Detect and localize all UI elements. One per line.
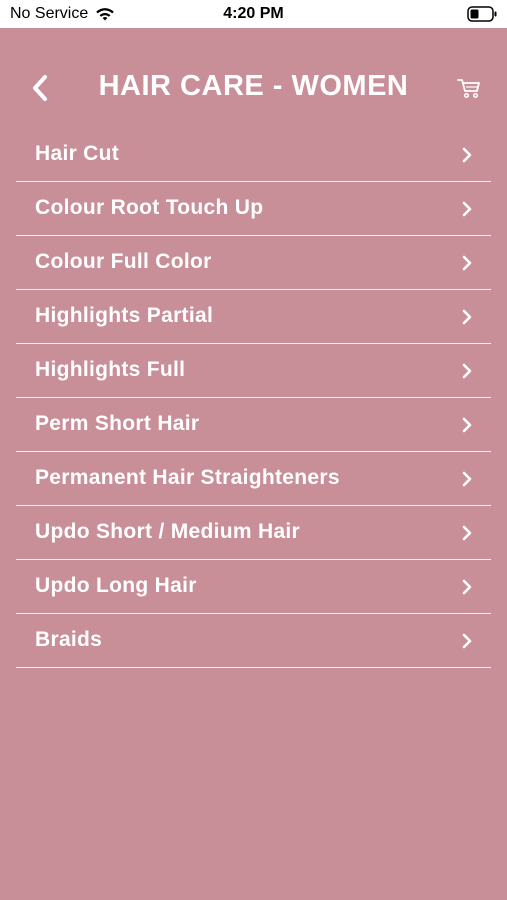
service-label: Permanent Hair Straighteners (35, 466, 340, 489)
service-item-highlights-full[interactable]: Highlights Full (16, 344, 491, 398)
service-label: Perm Short Hair (35, 412, 200, 435)
service-list: Hair Cut Colour Root Touch Up Colour Ful… (16, 128, 491, 668)
chevron-right-icon (462, 417, 472, 433)
chevron-right-icon (462, 579, 472, 595)
chevron-right-icon (462, 147, 472, 163)
chevron-right-icon (462, 525, 472, 541)
service-item-permanent-hair-straighteners[interactable]: Permanent Hair Straighteners (16, 452, 491, 506)
screen: HAIR CARE - WOMEN Hair Cut Colour Root T… (0, 28, 507, 900)
chevron-right-icon (462, 201, 472, 217)
service-item-braids[interactable]: Braids (16, 614, 491, 668)
service-label: Hair Cut (35, 142, 120, 165)
chevron-right-icon (462, 471, 472, 487)
status-bar: No Service 4:20 PM (0, 0, 507, 28)
battery-icon (467, 6, 497, 22)
page-title: HAIR CARE - WOMEN (98, 70, 409, 102)
service-item-colour-root-touch-up[interactable]: Colour Root Touch Up (16, 182, 491, 236)
service-label: Braids (35, 628, 103, 651)
service-label: Updo Long Hair (35, 574, 197, 597)
service-item-hair-cut[interactable]: Hair Cut (16, 128, 491, 182)
service-label: Colour Full Color (35, 250, 212, 273)
service-label: Highlights Full (35, 358, 186, 381)
service-label: Updo Short / Medium Hair (35, 520, 301, 543)
service-label: Colour Root Touch Up (35, 196, 264, 219)
chevron-right-icon (462, 363, 472, 379)
status-time: 4:20 PM (223, 5, 284, 22)
service-item-updo-long-hair[interactable]: Updo Long Hair (16, 560, 491, 614)
nav-header: HAIR CARE - WOMEN (0, 28, 507, 144)
chevron-right-icon (462, 309, 472, 325)
service-item-perm-short-hair[interactable]: Perm Short Hair (16, 398, 491, 452)
cart-icon[interactable] (456, 76, 482, 100)
service-item-highlights-partial[interactable]: Highlights Partial (16, 290, 491, 344)
chevron-right-icon (462, 255, 472, 271)
chevron-right-icon (462, 633, 472, 649)
service-item-colour-full-color[interactable]: Colour Full Color (16, 236, 491, 290)
service-label: Highlights Partial (35, 304, 214, 327)
service-item-updo-short-medium-hair[interactable]: Updo Short / Medium Hair (16, 506, 491, 560)
